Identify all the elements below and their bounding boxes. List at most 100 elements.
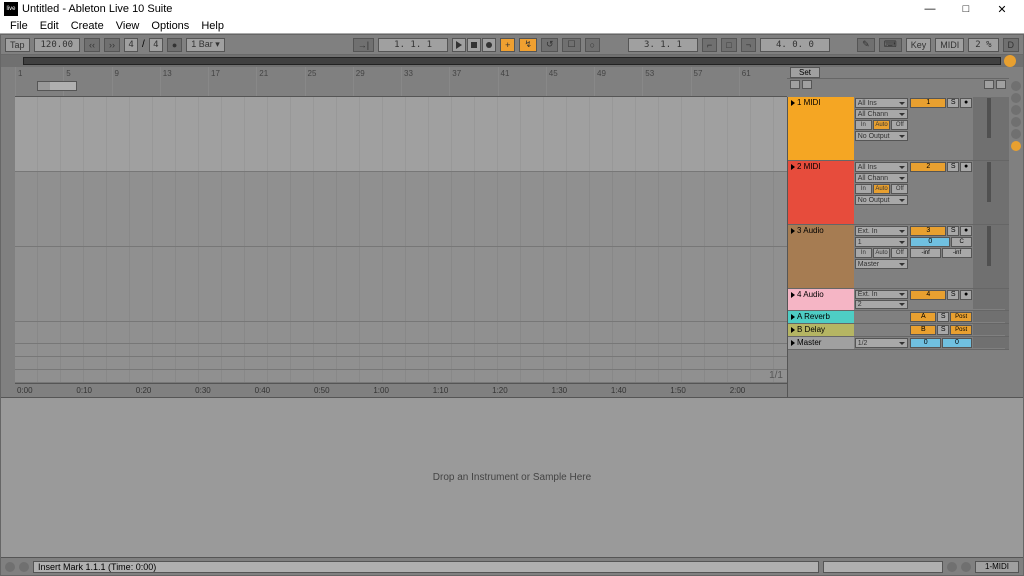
track-header-audio-3[interactable]: 3 Audio Ext. In 1 InAutoOff Master 3S● 0… (788, 225, 1009, 289)
beat-ruler[interactable]: 1 5 9 13 17 21 25 29 33 37 41 45 49 53 (15, 67, 787, 97)
input-channel-selector[interactable]: 2 (855, 300, 909, 309)
return-track-b[interactable]: B Delay BSPost (788, 324, 1009, 337)
master-track[interactable]: Master 1/2 00 (788, 337, 1009, 350)
track-header-audio-4[interactable]: 4 Audio Ext. In 2 4S● (788, 289, 1009, 311)
solo-button[interactable]: S (947, 98, 959, 108)
key-map-button[interactable]: Key (906, 38, 932, 52)
input-type-selector[interactable]: Ext. In (855, 226, 909, 236)
track-activator[interactable]: 4 (910, 290, 946, 300)
post-button[interactable]: Post (950, 325, 972, 335)
capture-button[interactable]: ☐ (562, 38, 580, 52)
menu-file[interactable]: File (4, 20, 34, 32)
arrangement-overview[interactable] (23, 57, 1001, 65)
unfold-icon[interactable] (791, 228, 795, 234)
status-track-selector[interactable]: 1-MIDI (975, 561, 1019, 573)
track-header-midi-1[interactable]: 1 MIDI All Ins All Chann In Auto Off No … (788, 97, 1009, 161)
monitor-in-button[interactable]: In (855, 120, 872, 130)
track-activator[interactable]: A (910, 312, 936, 322)
track-name[interactable]: B Delay (788, 324, 854, 336)
track-lane[interactable] (15, 357, 787, 370)
stop-button[interactable] (467, 38, 481, 52)
monitor-in-button[interactable]: In (855, 248, 872, 258)
input-type-selector[interactable]: All Ins (855, 98, 909, 108)
menu-create[interactable]: Create (65, 20, 110, 32)
track-activator[interactable]: B (910, 325, 936, 335)
solo-button[interactable]: S (947, 290, 959, 300)
track-name[interactable]: 1 MIDI (788, 97, 854, 160)
post-button[interactable]: Post (950, 312, 972, 322)
automation-mode-toggle[interactable] (984, 80, 994, 89)
track-fold-handle[interactable] (1005, 161, 1009, 224)
arrangement-position[interactable]: 1. 1. 1 (378, 38, 448, 52)
overdub-button[interactable]: + (500, 38, 515, 52)
draw-mode-button[interactable]: ✎ (857, 38, 875, 52)
back-to-arrangement-button[interactable] (790, 80, 800, 89)
solo-button[interactable]: S (947, 162, 959, 172)
play-button[interactable] (452, 38, 466, 52)
menu-options[interactable]: Options (145, 20, 195, 32)
input-channel-selector[interactable]: All Chann (855, 173, 909, 183)
midi-map-button[interactable]: MIDI (935, 38, 964, 52)
timesig-denominator[interactable]: 4 (149, 38, 163, 52)
punch-in-button[interactable]: ⌐ (702, 38, 717, 52)
monitor-in-button[interactable]: In (855, 184, 872, 194)
io-section-toggle[interactable] (1004, 55, 1016, 67)
timeline[interactable]: 0:00 0:10 0:20 0:30 0:40 0:50 1:00 1:10 … (15, 97, 787, 397)
monitor-off-button[interactable]: Off (891, 120, 908, 130)
track-name[interactable]: 4 Audio (788, 289, 854, 310)
monitor-off-button[interactable]: Off (891, 184, 908, 194)
track-lane[interactable] (15, 370, 787, 383)
nudge-up-button[interactable]: ›› (104, 38, 120, 52)
unfold-icon[interactable] (791, 164, 795, 170)
solo-button[interactable]: S (947, 226, 959, 236)
return-track-a[interactable]: A Reverb ASPost (788, 311, 1009, 324)
master-volume[interactable]: 0 (910, 338, 940, 348)
add-locator-button[interactable] (802, 80, 812, 89)
unfold-icon[interactable] (791, 327, 795, 333)
track-name[interactable]: Master (788, 337, 854, 349)
show-returns-button[interactable] (1011, 105, 1021, 115)
output-type-selector[interactable]: No Output (855, 131, 909, 141)
unfold-icon[interactable] (791, 314, 795, 320)
time-ruler[interactable]: 0:00 0:10 0:20 0:30 0:40 0:50 1:00 1:10 … (15, 383, 787, 397)
quantization-selector[interactable]: 1 Bar ▾ (186, 38, 225, 52)
timesig-numerator[interactable]: 4 (124, 38, 138, 52)
unfold-icon[interactable] (791, 100, 795, 106)
input-channel-selector[interactable]: 1 (855, 237, 909, 247)
input-type-selector[interactable]: Ext. In (855, 290, 909, 299)
cue-out-selector[interactable]: 1/2 (855, 338, 909, 348)
set-marker-button[interactable]: Set (790, 67, 820, 78)
send-a[interactable]: -inf (910, 248, 940, 258)
automation-arm-button[interactable]: ↯ (519, 38, 537, 52)
input-channel-selector[interactable]: All Chann (855, 109, 909, 119)
monitor-auto-button[interactable]: Auto (873, 120, 890, 130)
track-fold-handle[interactable] (1005, 97, 1009, 160)
track-name[interactable]: 2 MIDI (788, 161, 854, 224)
track-lane[interactable] (15, 172, 787, 247)
output-type-selector[interactable]: No Output (855, 195, 909, 205)
monitor-auto-button[interactable]: Auto (873, 184, 890, 194)
loop-length[interactable]: 4. 0. 0 (760, 38, 830, 52)
send-b[interactable]: -inf (942, 248, 972, 258)
track-fold-handle[interactable] (1005, 225, 1009, 288)
unfold-icon[interactable] (791, 340, 795, 346)
record-button[interactable] (482, 38, 496, 52)
arm-button[interactable]: ● (960, 162, 972, 172)
status-field-2[interactable] (823, 561, 943, 573)
show-io-button[interactable] (1011, 81, 1021, 91)
menu-edit[interactable]: Edit (34, 20, 65, 32)
device-drop-zone[interactable]: Drop an Instrument or Sample Here (1, 397, 1023, 557)
input-type-selector[interactable]: All Ins (855, 162, 909, 172)
monitor-off-button[interactable]: Off (891, 248, 908, 258)
loop-start[interactable]: 3. 1. 1 (628, 38, 698, 52)
tap-tempo-button[interactable]: Tap (5, 38, 30, 52)
show-mixer-button[interactable] (1011, 117, 1021, 127)
tempo-field[interactable]: 120.00 (34, 38, 81, 52)
lock-envelopes-button[interactable] (996, 80, 1006, 89)
show-crossfade-button[interactable] (1011, 141, 1021, 151)
follow-button[interactable]: →| (353, 38, 374, 52)
nudge-down-button[interactable]: ‹‹ (84, 38, 100, 52)
track-activator[interactable]: 2 (910, 162, 946, 172)
track-lane[interactable] (15, 97, 787, 172)
track-header-midi-2[interactable]: 2 MIDI All Ins All Chann InAutoOff No Ou… (788, 161, 1009, 225)
